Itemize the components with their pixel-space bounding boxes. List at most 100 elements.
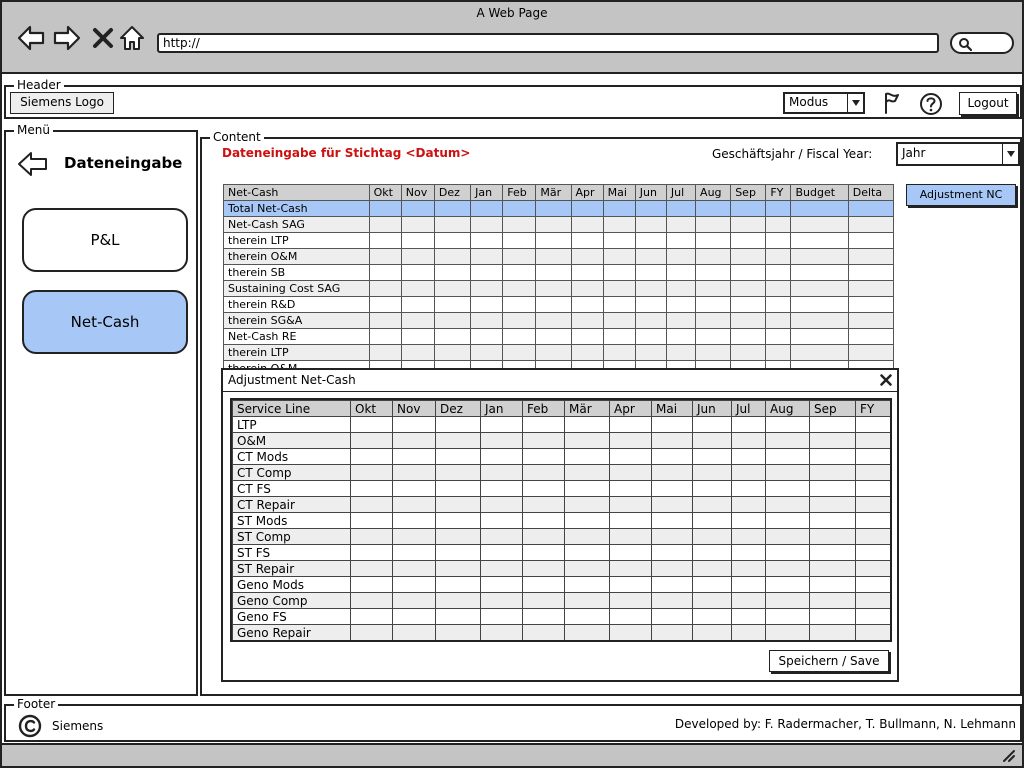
value-cell-jun[interactable]	[634, 216, 667, 233]
value-cell-okt[interactable]	[350, 608, 393, 625]
value-cell-m-r[interactable]	[535, 216, 572, 233]
value-cell-nov[interactable]	[392, 560, 436, 577]
value-cell-jun[interactable]	[692, 624, 732, 640]
value-cell-budget[interactable]	[790, 312, 849, 329]
table-row[interactable]: Net-Cash RE	[223, 328, 895, 345]
value-cell-budget[interactable]	[790, 264, 849, 281]
table-row[interactable]: ST Mods	[232, 512, 890, 529]
back-arrow-icon[interactable]	[16, 24, 46, 52]
value-cell-budget[interactable]	[790, 216, 849, 233]
value-cell-dez[interactable]	[433, 216, 472, 233]
table-row[interactable]: CT Repair	[232, 496, 890, 513]
value-cell-apr[interactable]	[609, 560, 652, 577]
table-row[interactable]: Geno FS	[232, 608, 890, 625]
value-cell-aug[interactable]	[765, 416, 810, 433]
value-cell-sep[interactable]	[809, 576, 856, 593]
value-cell-delta[interactable]	[847, 232, 895, 249]
value-cell-sep[interactable]	[809, 560, 856, 577]
value-cell-sep[interactable]	[809, 592, 856, 609]
value-cell-delta[interactable]	[847, 296, 895, 313]
value-cell-dez[interactable]	[433, 248, 472, 265]
value-cell-dez[interactable]	[435, 544, 481, 561]
value-cell-mai[interactable]	[651, 512, 693, 529]
value-cell-sep[interactable]	[809, 608, 856, 625]
value-cell-jan[interactable]	[470, 328, 504, 345]
value-cell-feb[interactable]	[522, 496, 565, 513]
value-cell-jan[interactable]	[470, 280, 504, 297]
value-cell-apr[interactable]	[609, 544, 652, 561]
value-cell-jul[interactable]	[665, 200, 697, 217]
value-cell-nov[interactable]	[400, 248, 435, 265]
value-cell-mai[interactable]	[651, 480, 693, 497]
value-cell-dez[interactable]	[435, 512, 481, 529]
value-cell-aug[interactable]	[765, 432, 810, 449]
value-cell-nov[interactable]	[392, 496, 436, 513]
value-cell-fy[interactable]	[855, 528, 890, 545]
value-cell-budget[interactable]	[790, 296, 849, 313]
value-cell-jun[interactable]	[692, 464, 732, 481]
value-cell-jan[interactable]	[480, 592, 523, 609]
value-cell-jan[interactable]	[480, 464, 523, 481]
value-cell-jan[interactable]	[480, 624, 523, 640]
value-cell-feb[interactable]	[502, 344, 537, 361]
value-cell-apr[interactable]	[609, 448, 652, 465]
value-cell-sep[interactable]	[730, 328, 767, 345]
value-cell-aug[interactable]	[765, 576, 810, 593]
value-cell-apr[interactable]	[570, 312, 604, 329]
value-cell-m-r[interactable]	[564, 448, 610, 465]
value-cell-mai[interactable]	[651, 496, 693, 513]
value-cell-aug[interactable]	[695, 264, 732, 281]
value-cell-jun[interactable]	[634, 264, 667, 281]
table-row[interactable]: Geno Repair	[232, 624, 890, 640]
value-cell-m-r[interactable]	[564, 416, 610, 433]
value-cell-dez[interactable]	[433, 296, 472, 313]
value-cell-aug[interactable]	[765, 464, 810, 481]
value-cell-jun[interactable]	[692, 560, 732, 577]
value-cell-fy[interactable]	[855, 592, 890, 609]
value-cell-nov[interactable]	[392, 448, 436, 465]
value-cell-apr[interactable]	[609, 576, 652, 593]
value-cell-jan[interactable]	[480, 496, 523, 513]
value-cell-nov[interactable]	[400, 216, 435, 233]
help-icon[interactable]	[919, 92, 943, 116]
value-cell-delta[interactable]	[847, 200, 895, 217]
value-cell-jun[interactable]	[692, 592, 732, 609]
value-cell-feb[interactable]	[522, 592, 565, 609]
value-cell-aug[interactable]	[695, 312, 732, 329]
value-cell-m-r[interactable]	[564, 480, 610, 497]
value-cell-apr[interactable]	[570, 248, 604, 265]
value-cell-jan[interactable]	[470, 248, 504, 265]
value-cell-jan[interactable]	[470, 232, 504, 249]
value-cell-dez[interactable]	[433, 312, 472, 329]
value-cell-budget[interactable]	[790, 280, 849, 297]
value-cell-jul[interactable]	[731, 576, 766, 593]
value-cell-apr[interactable]	[609, 592, 652, 609]
value-cell-nov[interactable]	[400, 312, 435, 329]
value-cell-delta[interactable]	[847, 280, 895, 297]
value-cell-jun[interactable]	[692, 512, 732, 529]
value-cell-feb[interactable]	[502, 248, 537, 265]
value-cell-feb[interactable]	[522, 464, 565, 481]
value-cell-mai[interactable]	[602, 328, 636, 345]
value-cell-jul[interactable]	[665, 344, 697, 361]
value-cell-okt[interactable]	[368, 200, 402, 217]
value-cell-feb[interactable]	[502, 280, 537, 297]
value-cell-jul[interactable]	[731, 416, 766, 433]
value-cell-feb[interactable]	[522, 576, 565, 593]
table-row[interactable]: LTP	[232, 416, 890, 433]
value-cell-okt[interactable]	[350, 560, 393, 577]
value-cell-budget[interactable]	[790, 248, 849, 265]
value-cell-sep[interactable]	[809, 416, 856, 433]
value-cell-nov[interactable]	[392, 464, 436, 481]
value-cell-apr[interactable]	[570, 328, 604, 345]
value-cell-sep[interactable]	[809, 512, 856, 529]
value-cell-nov[interactable]	[400, 328, 435, 345]
value-cell-dez[interactable]	[433, 264, 472, 281]
value-cell-mai[interactable]	[651, 448, 693, 465]
value-cell-dez[interactable]	[433, 344, 472, 361]
value-cell-nov[interactable]	[400, 296, 435, 313]
value-cell-sep[interactable]	[809, 480, 856, 497]
value-cell-m-r[interactable]	[564, 560, 610, 577]
value-cell-budget[interactable]	[790, 232, 849, 249]
value-cell-okt[interactable]	[350, 496, 393, 513]
